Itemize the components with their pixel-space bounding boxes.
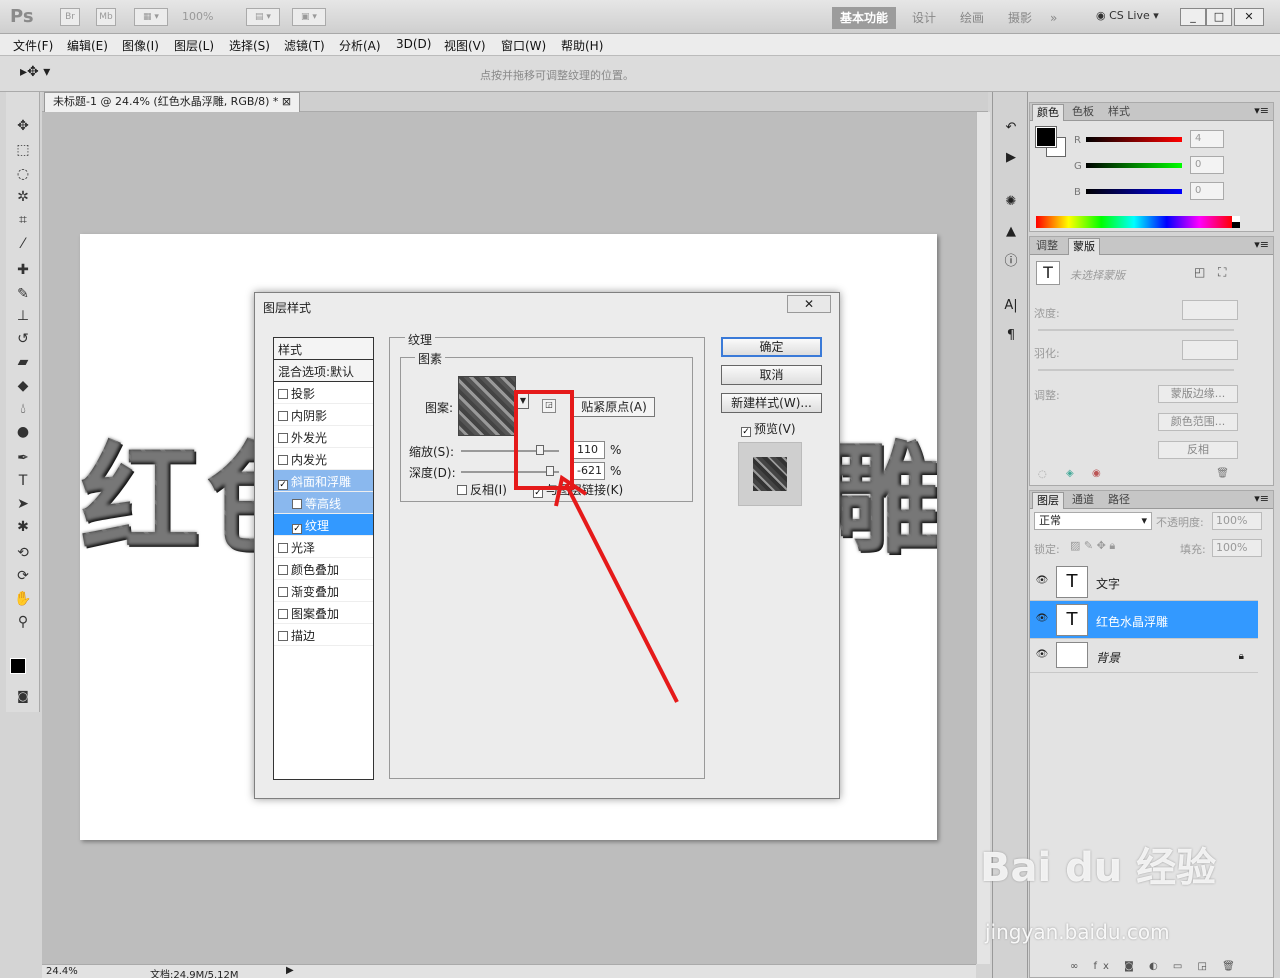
layer-thumbnail: T (1056, 604, 1088, 636)
info-panel-icon[interactable]: ⓘ (1001, 252, 1021, 272)
masks-panel-tabs: 调整 蒙版 ▾≡ (1030, 237, 1273, 255)
opacity-label: 不透明度: (1156, 516, 1204, 529)
visibility-eye-icon[interactable]: 👁︎ (1034, 649, 1050, 663)
refine-label: 调整: (1034, 389, 1060, 402)
feather-label: 羽化: (1034, 347, 1060, 360)
layer-row[interactable]: 👁︎ 背景 🔒︎ (1030, 639, 1258, 673)
layer-name[interactable]: 背景 (1096, 649, 1120, 666)
layer-row-selected[interactable]: 👁︎ T 红色水晶浮雕 (1030, 601, 1258, 639)
baidu-watermark: Bai du 经验 (980, 845, 1217, 891)
fill-label: 填充: (1180, 543, 1206, 556)
panel-menu-icon[interactable]: ▾≡ (1254, 492, 1269, 505)
density-slider[interactable] (1038, 329, 1234, 331)
foreground-swatch[interactable] (1035, 126, 1057, 148)
layer-name[interactable]: 文字 (1096, 575, 1120, 592)
tab-paths[interactable]: 路径 (1104, 492, 1134, 509)
density-input[interactable] (1182, 300, 1238, 320)
color-panel-tabs: 颜色 色板 样式 ▾≡ (1030, 103, 1273, 121)
density-label: 浓度: (1034, 307, 1060, 320)
delete-mask-icon[interactable]: 🗑︎ (1216, 468, 1229, 479)
layer-thumbnail: T (1056, 566, 1088, 598)
paragraph-panel-icon[interactable]: ¶ (1001, 326, 1021, 346)
blue-slider[interactable] (1086, 189, 1182, 194)
red-label: R (1074, 135, 1081, 146)
invert-mask-button[interactable]: 反相 (1158, 441, 1238, 459)
green-input[interactable]: 0 (1190, 156, 1224, 174)
opacity-input[interactable]: 100% (1212, 512, 1262, 530)
lock-options-icon[interactable]: ▨ ✎ ✥ 🔒︎ (1070, 539, 1115, 553)
tab-styles[interactable]: 样式 (1104, 104, 1134, 121)
tab-channels[interactable]: 通道 (1068, 492, 1098, 509)
type-layer-icon: T (1036, 261, 1060, 285)
apply-mask-icon[interactable]: ◈ (1066, 468, 1074, 479)
lock-label: 锁定: (1034, 543, 1060, 556)
load-selection-icon[interactable]: ◌ (1038, 469, 1047, 480)
feather-input[interactable] (1182, 340, 1238, 360)
mask-edge-button[interactable]: 蒙版边缘... (1158, 385, 1238, 403)
character-panel-icon[interactable]: A| (1001, 296, 1021, 316)
fill-input[interactable]: 100% (1212, 539, 1262, 557)
no-mask-selected-text: 未选择蒙版 (1070, 269, 1125, 282)
blue-input[interactable]: 0 (1190, 182, 1224, 200)
green-slider[interactable] (1086, 163, 1182, 168)
tab-masks[interactable]: 蒙版 (1068, 238, 1100, 255)
color-range-button[interactable]: 颜色范围... (1158, 413, 1238, 431)
vector-mask-icon[interactable]: ⛶ (1218, 265, 1226, 280)
actions-panel-icon[interactable]: ▶ (1001, 148, 1021, 168)
layer-thumbnail (1056, 642, 1088, 668)
pixel-mask-icon[interactable]: ◰ (1194, 265, 1205, 279)
disable-mask-icon[interactable]: ◉ (1092, 468, 1101, 479)
red-slider[interactable] (1086, 137, 1182, 142)
history-panel-icon[interactable]: ↶ (1001, 118, 1021, 138)
color-spectrum-bar[interactable] (1036, 216, 1232, 228)
red-input[interactable]: 4 (1190, 130, 1224, 148)
watermark-url: jingyan.baidu.com (985, 920, 1170, 944)
3d-panel-icon[interactable]: ✺ (1001, 192, 1021, 212)
lock-icon: 🔒︎ (1238, 651, 1244, 662)
tab-color[interactable]: 颜色 (1032, 104, 1064, 121)
histogram-panel-icon[interactable]: ▲ (1001, 222, 1021, 242)
tab-layers[interactable]: 图层 (1032, 492, 1064, 509)
layer-row[interactable]: 👁︎ T 文字 (1030, 563, 1258, 601)
feather-slider[interactable] (1038, 369, 1234, 371)
blend-mode-select[interactable]: 正常 ▾ (1034, 512, 1152, 530)
visibility-eye-icon[interactable]: 👁︎ (1034, 575, 1050, 589)
green-label: G (1074, 161, 1082, 172)
black-white-ramp[interactable] (1232, 216, 1240, 228)
panel-menu-icon[interactable]: ▾≡ (1254, 104, 1269, 117)
tab-adjustments[interactable]: 调整 (1032, 238, 1062, 255)
layers-panel: 图层 通道 路径 ▾≡ 正常 ▾ 不透明度: 100% 锁定: ▨ ✎ ✥ 🔒︎ … (1029, 490, 1274, 978)
layers-footer-icons[interactable]: ∞ fx ◙ ◐ ▭ ◲ 🗑︎ (1070, 961, 1241, 972)
color-panel: 颜色 色板 样式 ▾≡ R 4 G 0 B 0 (1029, 102, 1274, 232)
masks-panel: 调整 蒙版 ▾≡ T 未选择蒙版 ◰ ⛶ 浓度: 羽化: 调整: 蒙版边缘...… (1029, 236, 1274, 486)
blue-label: B (1074, 187, 1081, 198)
panel-menu-icon[interactable]: ▾≡ (1254, 238, 1269, 251)
visibility-eye-icon[interactable]: 👁︎ (1034, 613, 1050, 627)
layer-name[interactable]: 红色水晶浮雕 (1096, 613, 1168, 630)
tab-swatches[interactable]: 色板 (1068, 104, 1098, 121)
layers-panel-tabs: 图层 通道 路径 ▾≡ (1030, 491, 1273, 509)
